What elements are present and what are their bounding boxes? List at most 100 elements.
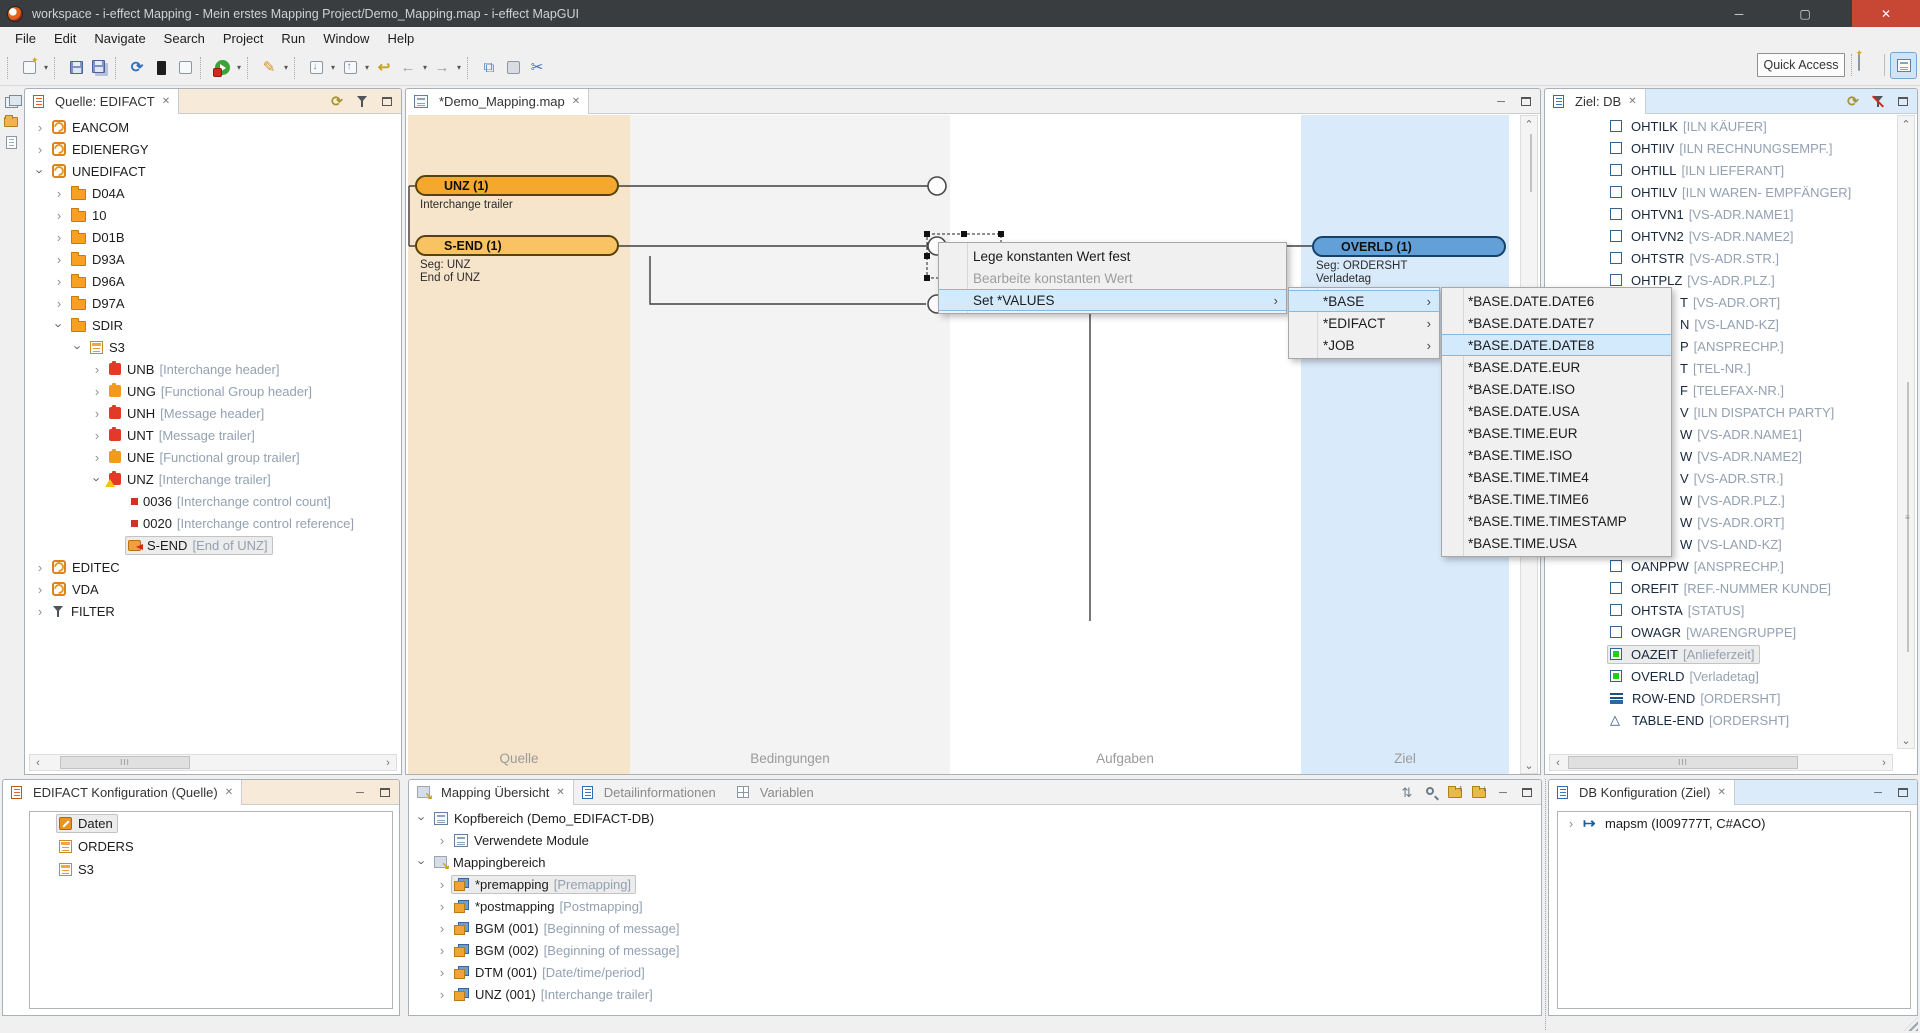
tree-item-vda[interactable]: ›VDA [25, 578, 380, 600]
target-field-oanppw[interactable]: OANPPW[ANSPRECHP.] [1545, 555, 1897, 577]
tab-detailinformationen[interactable]: Detailinformationen [574, 780, 729, 805]
target-field-row-end[interactable]: ROW-END[ORDERSHT] [1545, 687, 1897, 709]
tree-item-d97a[interactable]: ›D97A [25, 292, 380, 314]
minimize-panel-icon[interactable]: ─ [1870, 785, 1886, 801]
menubar-item-window[interactable]: Window [314, 29, 378, 48]
chevron-right-icon[interactable]: › [433, 921, 451, 936]
close-window-button[interactable]: ✕ [1852, 0, 1920, 27]
chevron-right-icon[interactable]: › [50, 252, 68, 267]
import-up-button[interactable] [338, 56, 362, 80]
maximize-panel-icon[interactable] [379, 94, 395, 110]
node-unz[interactable]: UNZ (1) [415, 175, 619, 196]
highlight-pen-button[interactable]: ✎ [257, 56, 281, 80]
tree-item-unb[interactable]: ›UNB[Interchange header] [25, 358, 380, 380]
run-button[interactable] [210, 56, 234, 80]
tree-item-mappingbereich[interactable]: ›Mappingbereich [409, 851, 1539, 873]
menubar-item-run[interactable]: Run [272, 29, 314, 48]
chevron-right-icon[interactable]: › [88, 406, 106, 421]
menu-item--base-time-timestamp[interactable]: *BASE.TIME.TIMESTAMP [1442, 510, 1671, 532]
checkbox-icon[interactable] [1610, 142, 1622, 154]
chevron-right-icon[interactable]: › [433, 943, 451, 958]
target-field-ohtvn1[interactable]: OHTVN1[VS-ADR.NAME1] [1545, 203, 1897, 225]
chevron-right-icon[interactable]: › [88, 384, 106, 399]
config-item-s3[interactable]: S3 [30, 858, 392, 881]
chevron-down-icon[interactable]: › [71, 338, 86, 356]
node-send[interactable]: S-END (1) [415, 235, 619, 256]
import-down-button[interactable] [304, 56, 328, 80]
search-icon[interactable] [1423, 785, 1439, 801]
tree-item-sdir[interactable]: ›SDIR [25, 314, 380, 336]
minimize-panel-icon[interactable]: ─ [1495, 785, 1511, 801]
menubar-item-navigate[interactable]: Navigate [85, 29, 154, 48]
tree-item-unz[interactable]: ›UNZ[Interchange trailer] [25, 468, 380, 490]
chevron-down-icon[interactable]: › [415, 809, 430, 827]
chevron-down-icon[interactable]: › [52, 316, 67, 334]
collapse-all-icon[interactable] [1447, 785, 1463, 801]
tree-item-unz-001-[interactable]: ›UNZ (001)[Interchange trailer] [409, 983, 1539, 1005]
window-resize-grip[interactable] [1904, 1017, 1918, 1031]
pen-dropdown-arrow-icon[interactable]: ▾ [281, 63, 291, 72]
back-button[interactable]: ← [396, 56, 420, 80]
tree-item-0020[interactable]: 0020[Interchange control reference] [25, 512, 380, 534]
menu-item--base-date-date6[interactable]: *BASE.DATE.DATE6 [1442, 290, 1671, 312]
terminal-button[interactable] [149, 56, 173, 80]
checkbox-icon[interactable] [1610, 626, 1622, 638]
chevron-right-icon[interactable]: › [433, 877, 451, 892]
menu-item--job[interactable]: *JOB› [1289, 334, 1439, 356]
target-horizontal-scrollbar[interactable]: ‹ III › [1549, 754, 1893, 771]
chevron-right-icon[interactable]: › [31, 604, 49, 619]
expand-all-icon[interactable] [1471, 785, 1487, 801]
menu-item-set-values[interactable]: Set *VALUES› [939, 289, 1286, 311]
chevron-right-icon[interactable]: › [31, 120, 49, 135]
chevron-right-icon[interactable]: › [1562, 816, 1580, 831]
menu-item--base-time-iso[interactable]: *BASE.TIME.ISO [1442, 444, 1671, 466]
tree-item-d01b[interactable]: ›D01B [25, 226, 380, 248]
chevron-right-icon[interactable]: › [31, 560, 49, 575]
menu-item--base-time-eur[interactable]: *BASE.TIME.EUR [1442, 422, 1671, 444]
target-field-ohtvn2[interactable]: OHTVN2[VS-ADR.NAME2] [1545, 225, 1897, 247]
filter-disabled-icon[interactable] [1870, 94, 1886, 110]
checkbox-icon[interactable] [1610, 186, 1622, 198]
target-field-ohtiiv[interactable]: OHTIIV[ILN RECHNUNGSEMPF.] [1545, 137, 1897, 159]
menu-item--base-date-usa[interactable]: *BASE.DATE.USA [1442, 400, 1671, 422]
tree-item-unh[interactable]: ›UNH[Message header] [25, 402, 380, 424]
new-wizard-button[interactable] [17, 56, 41, 80]
tree-item-10[interactable]: ›10 [25, 204, 380, 226]
tree-item-d96a[interactable]: ›D96A [25, 270, 380, 292]
tab-variablen[interactable]: Variablen [729, 780, 827, 805]
panel-sash[interactable] [1545, 779, 1546, 1030]
scroll-down-icon[interactable]: ⌄ [1521, 757, 1537, 773]
save-button[interactable] [64, 56, 88, 80]
menubar-item-edit[interactable]: Edit [45, 29, 85, 48]
target-field-ohtill[interactable]: OHTILL[ILN LIEFERANT] [1545, 159, 1897, 181]
tree-item-une[interactable]: ›UNE[Functional group trailer] [25, 446, 380, 468]
cut-button[interactable]: ✂ [525, 56, 549, 80]
chevron-right-icon[interactable]: › [31, 582, 49, 597]
scroll-down-icon[interactable]: ⌄ [1898, 732, 1914, 748]
maximize-window-button[interactable]: ▢ [1782, 0, 1828, 27]
close-icon[interactable]: ✕ [572, 96, 580, 107]
chevron-right-icon[interactable]: › [88, 362, 106, 377]
maximize-panel-icon[interactable] [1895, 94, 1911, 110]
tab-quelle-edifact[interactable]: Quelle: EDIFACT ✕ [25, 89, 179, 114]
tree-item-s3[interactable]: ›S3 [25, 336, 380, 358]
tab-mapping-uebersicht[interactable]: Mapping Übersicht ✕ [409, 780, 574, 805]
checkbox-icon[interactable] [1610, 582, 1622, 594]
scroll-left-icon[interactable]: ‹ [30, 755, 46, 770]
back-dropdown-arrow-icon[interactable]: ▾ [420, 63, 430, 72]
mapping-canvas[interactable]: Quelle Bedingungen Aufgaben Ziel [406, 115, 1519, 774]
tree-item-eancom[interactable]: ›EANCOM [25, 116, 380, 138]
chevron-down-icon[interactable]: › [90, 470, 105, 488]
config-item-mapsm-i009777t-c-aco-[interactable]: ›mapsm (I009777T, C#ACO) [1558, 812, 1910, 835]
menubar-item-help[interactable]: Help [378, 29, 423, 48]
menu-item-lege-konstanten-wert-fest[interactable]: Lege konstanten Wert fest [939, 245, 1286, 267]
tree-item-s-end[interactable]: S-END[End of UNZ] [25, 534, 380, 556]
chevron-right-icon[interactable]: › [88, 428, 106, 443]
target-field-owagr[interactable]: OWAGR[WARENGRUPPE] [1545, 621, 1897, 643]
tree-item-kopfbereich-demo-edifact-db-[interactable]: ›Kopfbereich (Demo_EDIFACT-DB) [409, 807, 1539, 829]
checkbox-icon[interactable] [1610, 230, 1622, 242]
new-dropdown-arrow-icon[interactable]: ▾ [41, 63, 51, 72]
sort-icon[interactable] [1399, 785, 1415, 801]
target-field-oazeit[interactable]: OAZEIT[Anlieferzeit] [1545, 643, 1897, 665]
checkbox-icon[interactable] [1610, 274, 1622, 286]
